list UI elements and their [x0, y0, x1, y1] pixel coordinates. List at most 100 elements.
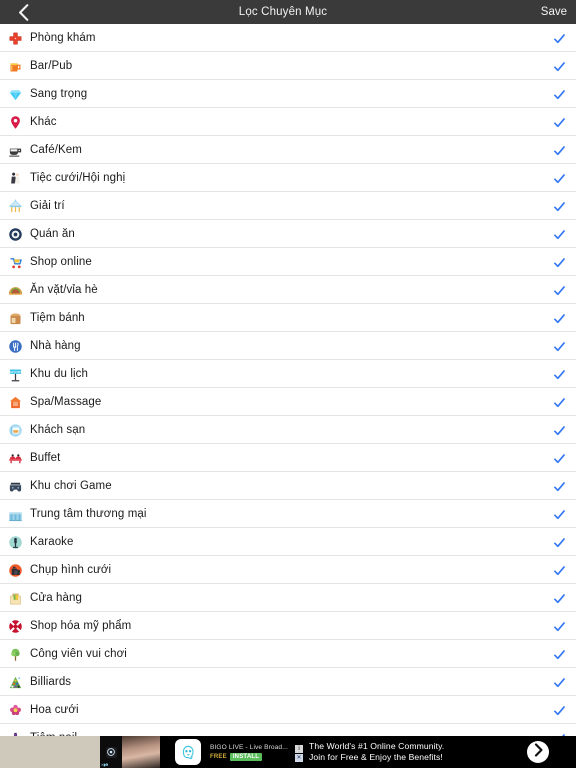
ad-thumb-photo — [122, 736, 160, 768]
list-item[interactable]: Nhà hàng — [0, 332, 576, 360]
ad-content[interactable]: ✕▮❶ BIGO LIVE - Live Broad... FREE INSTA… — [100, 736, 576, 768]
buffet-table-icon — [0, 444, 30, 472]
hotel-badge-icon — [0, 416, 30, 444]
bigo-live-ghost-icon — [175, 739, 201, 765]
ad-next-wrap[interactable] — [518, 736, 558, 768]
list-item[interactable]: SPA Spa/Massage — [0, 388, 576, 416]
list-item-label: Bar/Pub — [30, 60, 73, 72]
list-item[interactable]: Karaoke — [0, 528, 576, 556]
list-item-label: Cửa hàng — [30, 592, 82, 604]
checkmark-icon[interactable] — [542, 80, 576, 108]
list-item[interactable]: Quán ăn — [0, 220, 576, 248]
checkmark-icon[interactable] — [542, 220, 576, 248]
list-item[interactable]: Tiệm bánh — [0, 304, 576, 332]
list-item[interactable]: Buffet — [0, 444, 576, 472]
taco-icon — [0, 276, 30, 304]
screen-category-filter: Lọc Chuyên Mục Save Phòng khám Bar/Pub San… — [0, 0, 576, 768]
list-item[interactable]: Chụp hình cưới — [0, 556, 576, 584]
checkmark-icon[interactable] — [542, 192, 576, 220]
ad-badges[interactable]: i ✕ — [294, 736, 304, 768]
list-item[interactable]: Billiards — [0, 668, 576, 696]
checkmark-icon[interactable] — [542, 360, 576, 388]
bride-groom-icon — [0, 164, 30, 192]
ad-message: The World's #1 Online Community. Join fo… — [304, 736, 518, 768]
map-pin-icon — [0, 108, 30, 136]
list-item[interactable]: Hoa cưới — [0, 696, 576, 724]
checkmark-icon[interactable] — [542, 472, 576, 500]
checkmark-icon[interactable] — [542, 248, 576, 276]
bread-loaf-icon — [0, 304, 30, 332]
spa-house-icon: SPA — [0, 388, 30, 416]
list-item[interactable]: Bar/Pub — [0, 52, 576, 80]
chevron-right-icon — [533, 742, 544, 762]
flower-icon — [0, 696, 30, 724]
category-list[interactable]: Phòng khám Bar/Pub Sang trọng Khác Café/Kem T… — [0, 24, 576, 744]
ad-cta-row: FREE INSTALL — [210, 753, 288, 761]
list-item[interactable]: Shop hóa mỹ phẩm — [0, 612, 576, 640]
checkmark-icon[interactable] — [542, 640, 576, 668]
checkmark-icon[interactable] — [542, 388, 576, 416]
checkmark-icon[interactable] — [542, 52, 576, 80]
list-item[interactable]: Giải trí — [0, 192, 576, 220]
list-item[interactable]: Trung tâm thương mại — [0, 500, 576, 528]
checkmark-icon[interactable] — [542, 24, 576, 52]
checkmark-icon[interactable] — [542, 612, 576, 640]
checkmark-icon[interactable] — [542, 136, 576, 164]
ad-next-button[interactable] — [527, 741, 549, 763]
checkmark-icon[interactable] — [542, 332, 576, 360]
save-button[interactable]: Save — [520, 0, 576, 24]
list-item[interactable]: Café/Kem — [0, 136, 576, 164]
coffee-cup-icon — [0, 136, 30, 164]
gamepad-icon — [0, 472, 30, 500]
list-item[interactable]: Phòng khám — [0, 24, 576, 52]
carousel-icon — [0, 192, 30, 220]
list-item-label: Hoa cưới — [30, 704, 79, 716]
chevron-left-icon — [18, 3, 29, 21]
ad-app-title: BIGO LIVE - Live Broad... — [210, 744, 288, 751]
ad-free-label: FREE — [210, 754, 227, 760]
checkmark-icon[interactable] — [542, 108, 576, 136]
checkmark-icon[interactable] — [542, 500, 576, 528]
svg-text:RESORT: RESORT — [9, 370, 22, 374]
list-item[interactable]: Tiệc cưới/Hội nghị — [0, 164, 576, 192]
camera-badge-icon — [0, 556, 30, 584]
checkmark-icon[interactable] — [542, 164, 576, 192]
checkmark-icon[interactable] — [542, 444, 576, 472]
list-item[interactable]: Cửa hàng — [0, 584, 576, 612]
list-item-label: Phòng khám — [30, 32, 96, 44]
diamond-icon — [0, 80, 30, 108]
list-item-label: Ăn vặt/vỉa hè — [30, 284, 98, 296]
ad-info-badge[interactable]: i — [295, 744, 303, 753]
checkmark-icon[interactable] — [542, 556, 576, 584]
resort-sign-icon: RESORT — [0, 360, 30, 388]
list-item[interactable]: Khu chơi Game — [0, 472, 576, 500]
checkmark-icon[interactable] — [542, 584, 576, 612]
list-item-label: Spa/Massage — [30, 396, 102, 408]
list-item[interactable]: Sang trọng — [0, 80, 576, 108]
checkmark-icon[interactable] — [542, 304, 576, 332]
checkmark-icon[interactable] — [542, 528, 576, 556]
checkmark-icon[interactable] — [542, 696, 576, 724]
list-item[interactable]: Công viên vui chơi — [0, 640, 576, 668]
list-item-label: Trung tâm thương mại — [30, 508, 147, 520]
ad-frame-right — [558, 736, 576, 768]
list-item-label: Nhà hàng — [30, 340, 81, 352]
list-item-label: Tiệc cưới/Hội nghị — [30, 172, 126, 184]
ad-message-line-2: Join for Free & Enjoy the Benefits! — [309, 752, 443, 762]
checkmark-icon[interactable] — [542, 668, 576, 696]
back-button[interactable] — [0, 0, 46, 24]
list-item-label: Khác — [30, 116, 57, 128]
checkmark-icon[interactable] — [542, 416, 576, 444]
list-item[interactable]: Shop online — [0, 248, 576, 276]
ad-thumb-logo: ✕▮❶ — [100, 736, 122, 768]
list-item[interactable]: Khách sạn — [0, 416, 576, 444]
list-item[interactable]: RESORT Khu du lịch — [0, 360, 576, 388]
ad-install-button[interactable]: INSTALL — [229, 753, 263, 761]
list-item[interactable]: Ăn vặt/vỉa hè — [0, 276, 576, 304]
ad-close-icon[interactable]: ✕ — [295, 753, 303, 762]
ad-banner[interactable]: ✕▮❶ BIGO LIVE - Live Broad... FREE INSTA… — [0, 736, 576, 768]
tree-icon — [0, 640, 30, 668]
checkmark-icon[interactable] — [542, 276, 576, 304]
list-item[interactable]: Khác — [0, 108, 576, 136]
navigation-bar: Lọc Chuyên Mục Save — [0, 0, 576, 24]
